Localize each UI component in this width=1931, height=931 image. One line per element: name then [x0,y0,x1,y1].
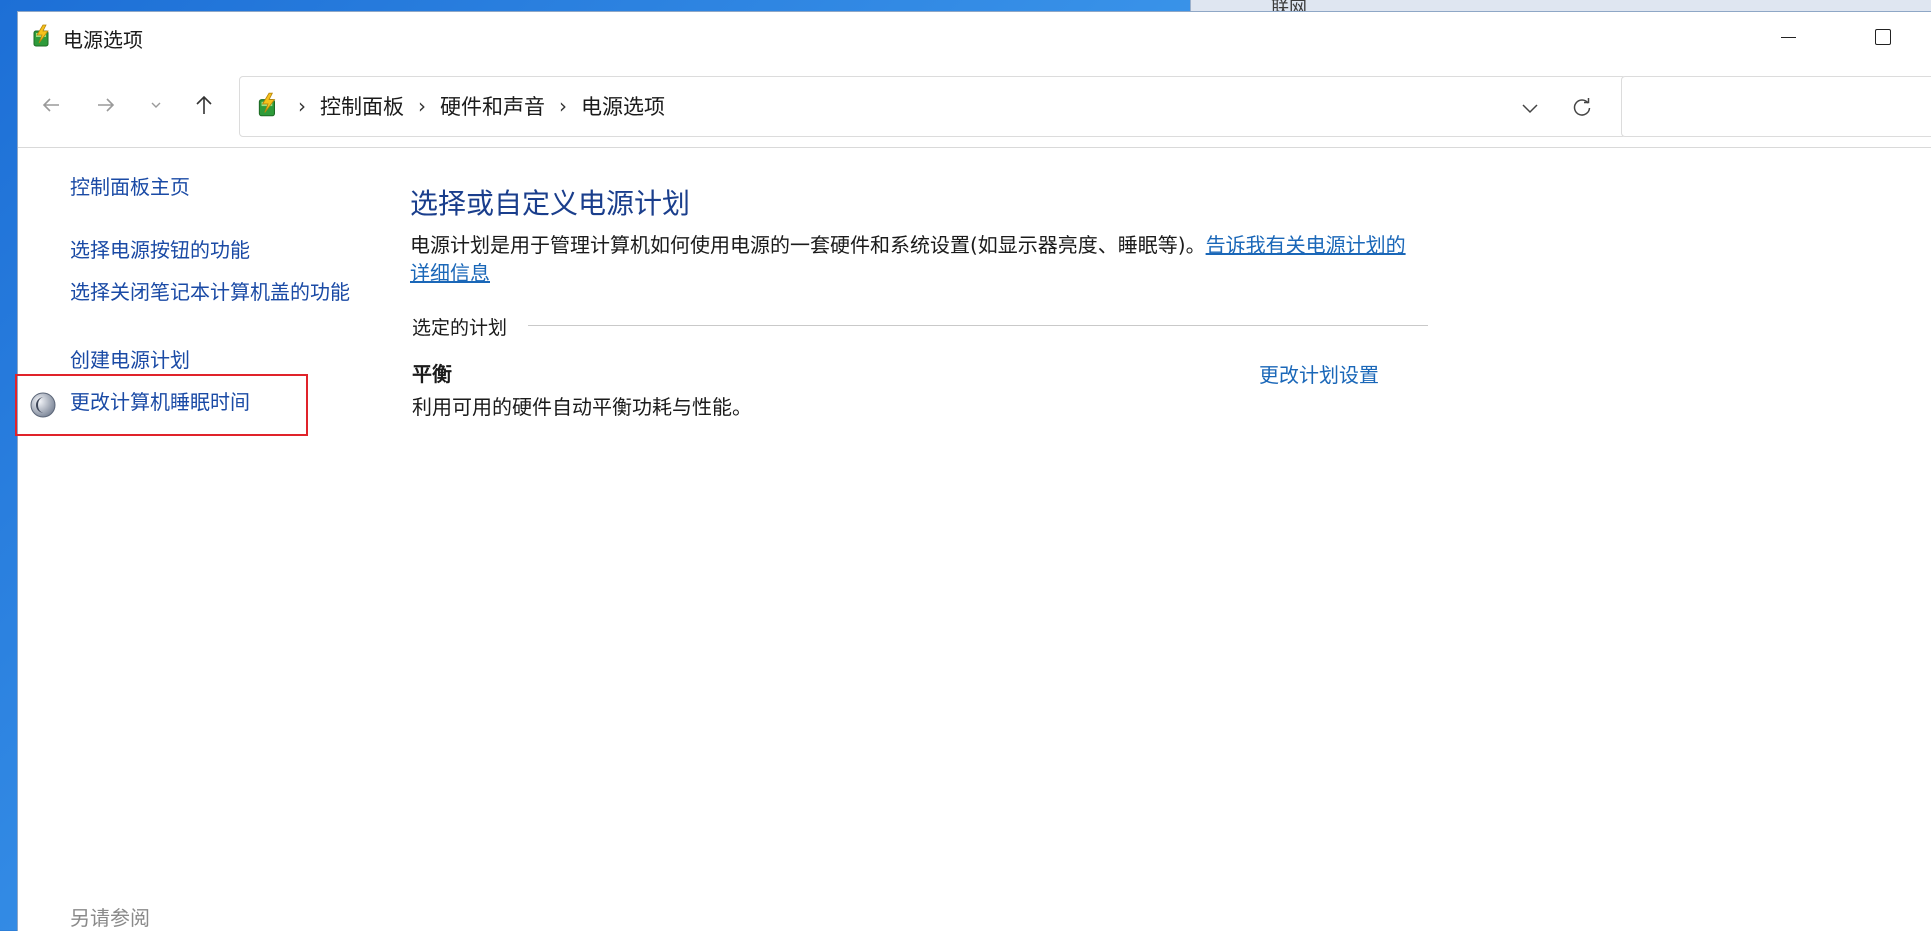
power-options-icon [258,92,276,117]
plan-description: 利用可用的硬件自动平衡功耗与性能。 [412,395,752,419]
arrow-left-icon [42,98,59,112]
highlight-annotation [15,374,308,436]
power-button-function-link[interactable]: 选择电源按钮的功能 [70,236,250,264]
create-power-plan-link[interactable]: 创建电源计划 [70,346,190,374]
window-title: 电源选项 [63,28,143,52]
plan-name: 平衡 [412,362,452,386]
chevron-down-icon [1522,104,1538,114]
minimize-button[interactable] [1753,12,1823,62]
selected-plan-heading: 选定的计划 [412,313,520,340]
change-plan-settings-link[interactable]: 更改计划设置 [1259,359,1379,388]
page-description: 电源计划是用于管理计算机如何使用电源的一套硬件和系统设置(如显示器亮度、睡眠等)… [410,231,1425,287]
title-bar[interactable]: 电源选项 [18,12,1931,62]
chevron-down-icon [151,102,161,108]
see-also-heading: 另请参阅 [70,906,150,930]
forward-button[interactable] [89,88,123,122]
breadcrumb-power-options[interactable]: 电源选项 [581,91,665,121]
breadcrumb: › 控制面板 › 硬件和声音 › 电源选项 [288,91,665,121]
maximize-button[interactable] [1848,12,1918,62]
page-title: 选择或自定义电源计划 [410,187,691,220]
up-button[interactable] [187,88,221,122]
lid-close-function-link[interactable]: 选择关闭笔记本计算机盖的功能 [70,278,370,306]
breadcrumb-separator[interactable]: › [559,94,567,118]
toolbar-divider [18,147,1931,148]
group-divider [528,325,1428,326]
arrow-right-icon [98,98,115,112]
maximize-icon [1875,29,1891,45]
control-panel-home-link[interactable]: 控制面板主页 [70,173,190,201]
search-input[interactable] [1621,76,1931,137]
description-text: 电源计划是用于管理计算机如何使用电源的一套硬件和系统设置(如显示器亮度、睡眠等)… [410,233,1206,257]
power-options-window: 电源选项 › 控制面板 › 硬件和声音 › 电源选项 控制面板主页 选择电源按钮… [15,11,1931,931]
breadcrumb-separator[interactable]: › [418,94,426,118]
refresh-icon [1573,98,1591,116]
power-options-icon [33,24,49,47]
arrow-up-icon [196,95,212,114]
navigation-row: › 控制面板 › 硬件和声音 › 电源选项 [18,72,1931,137]
address-history-button[interactable] [1515,93,1545,123]
address-bar[interactable]: › 控制面板 › 硬件和声音 › 电源选项 [239,76,1626,137]
breadcrumb-control-panel[interactable]: 控制面板 [320,91,404,121]
minimize-icon [1780,36,1796,38]
recent-locations-button[interactable] [139,88,173,122]
back-button[interactable] [34,88,68,122]
breadcrumb-hardware-sound[interactable]: 硬件和声音 [440,91,545,121]
refresh-button[interactable] [1567,93,1597,123]
breadcrumb-separator[interactable]: › [298,94,306,118]
